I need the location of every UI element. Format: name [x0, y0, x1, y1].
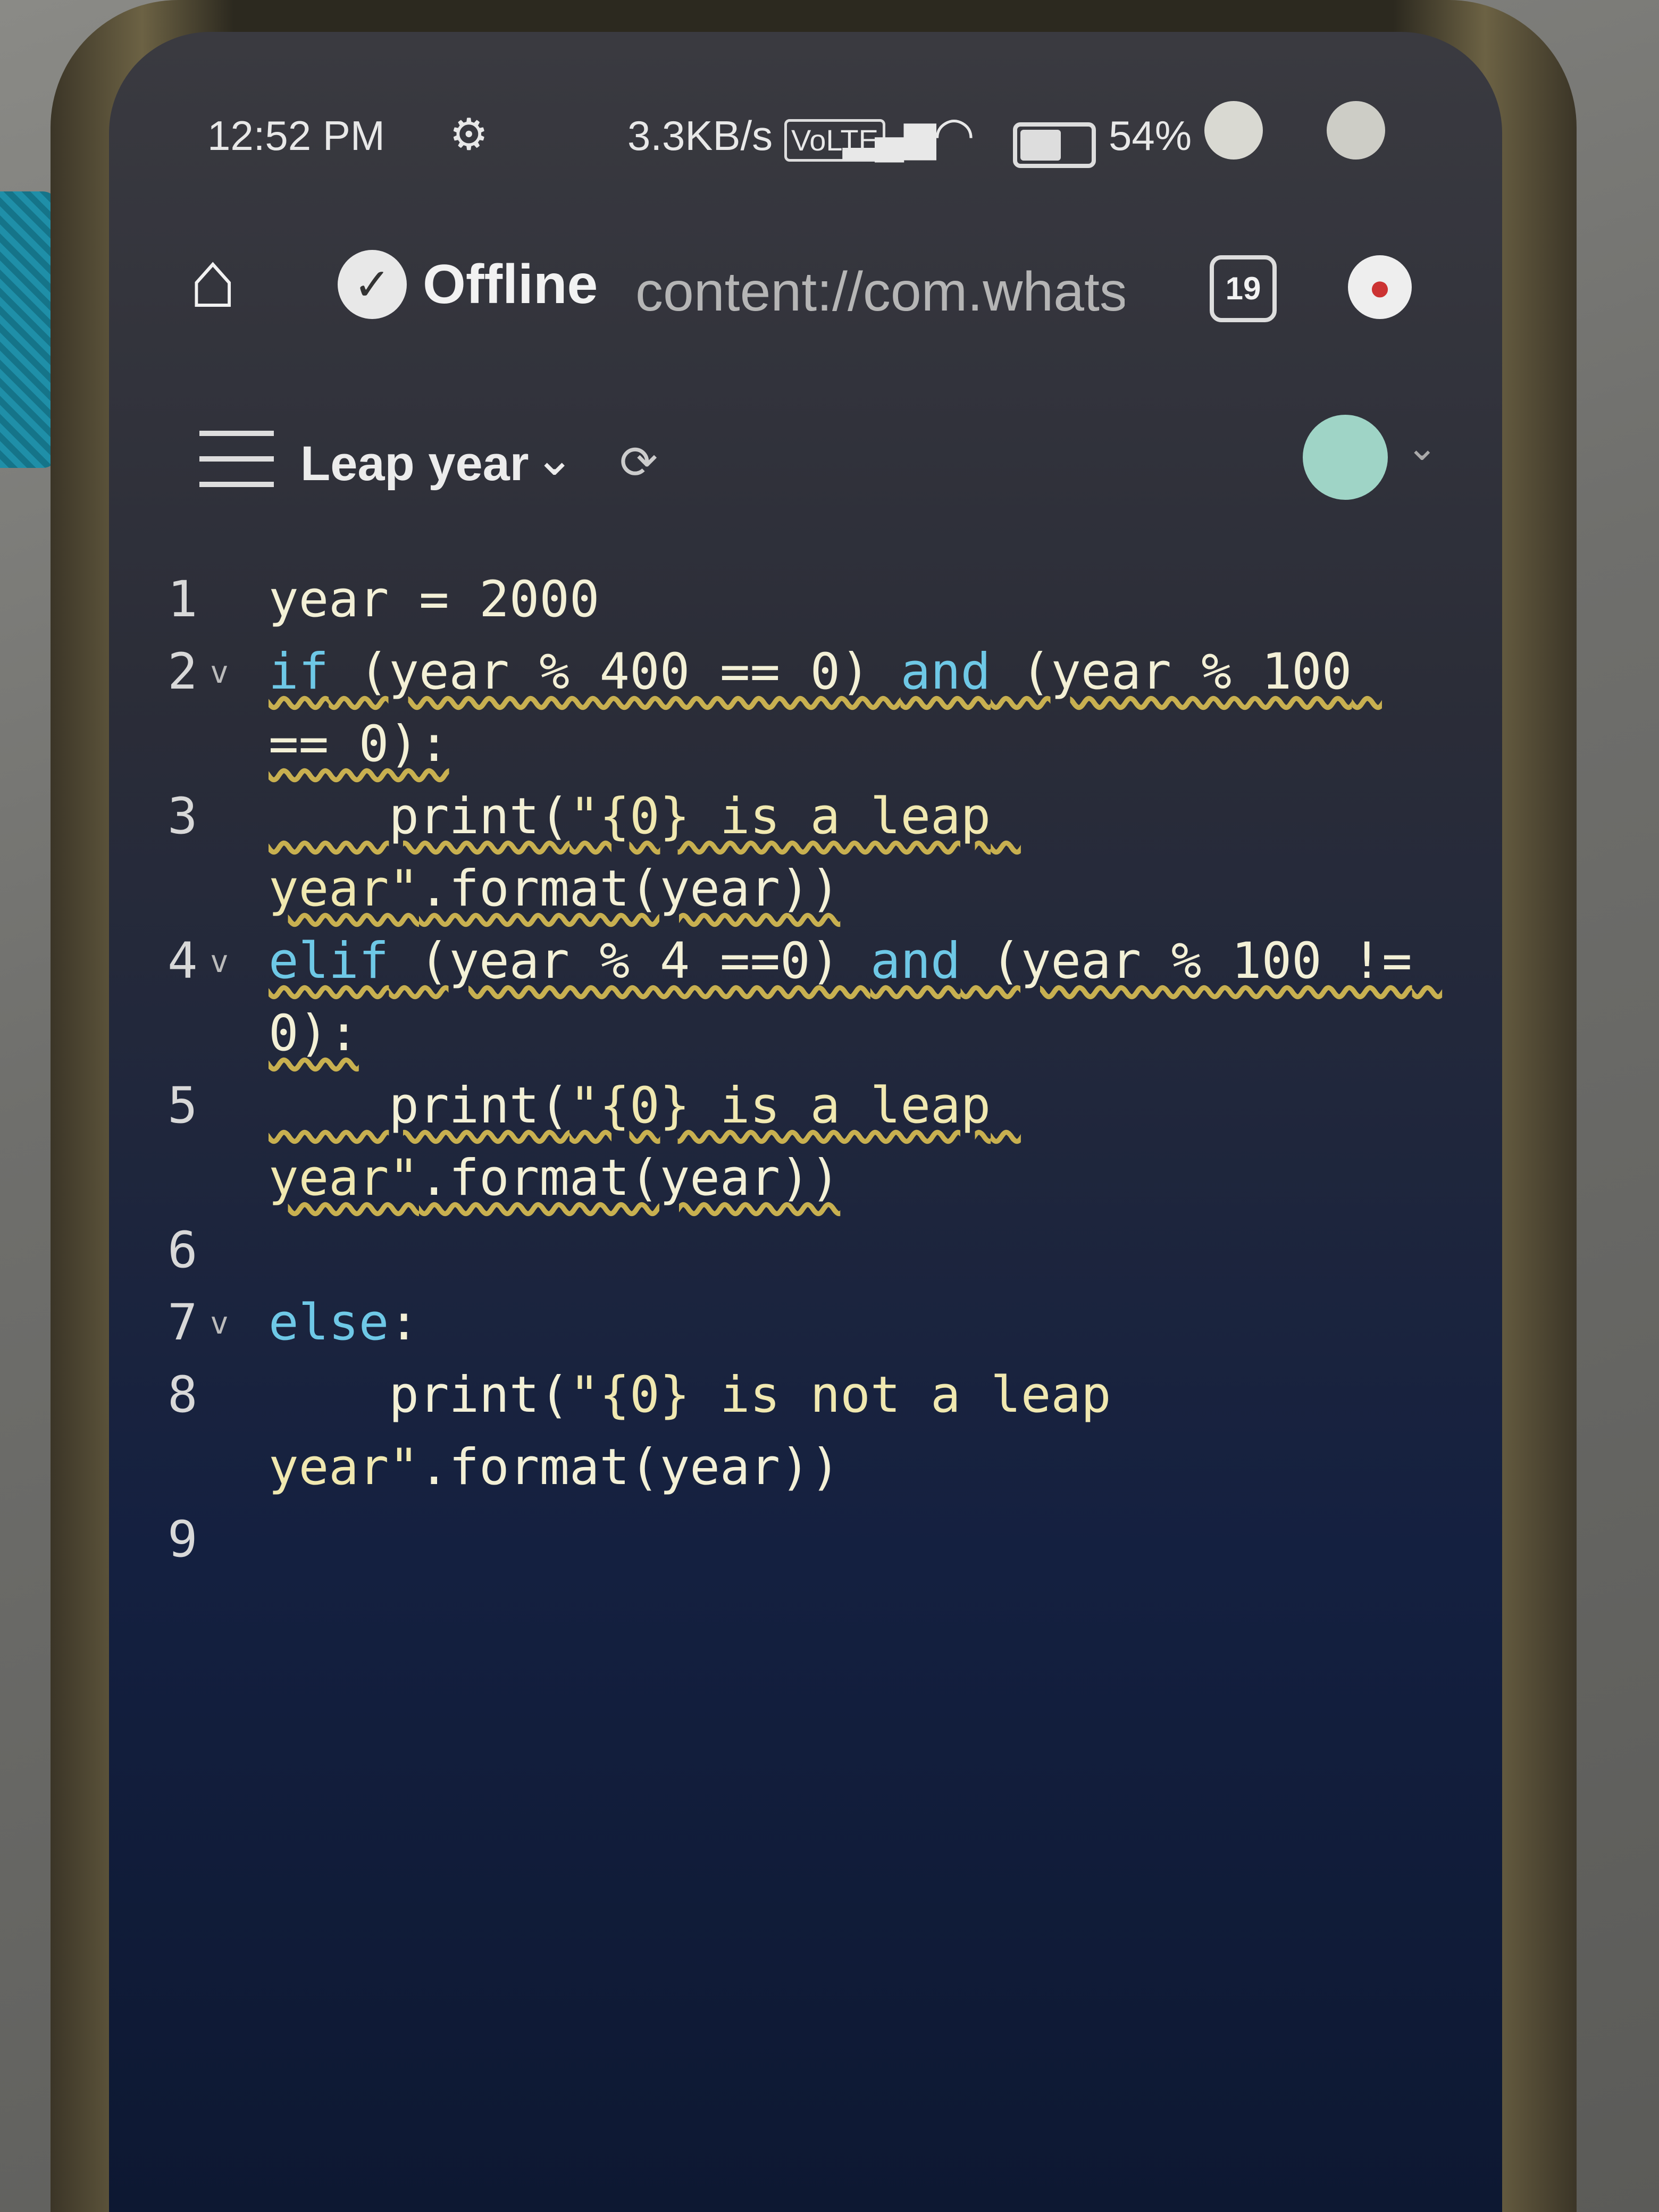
- fold-icon[interactable]: v: [210, 636, 229, 708]
- line-number: 1: [167, 571, 198, 629]
- code-text[interactable]: print("{0} is a leap year".format(year)): [269, 781, 1438, 925]
- gear-icon: ⚙: [449, 111, 489, 159]
- check-icon: ✓: [338, 250, 407, 319]
- line-number: 3: [167, 787, 198, 845]
- line-number: 4v: [109, 925, 269, 1070]
- front-camera: [1204, 101, 1263, 160]
- home-icon[interactable]: ⌂: [189, 239, 237, 319]
- code-text[interactable]: year = 2000: [269, 564, 1438, 636]
- status-bar: 12:52 PM ⚙ 3.3KB/s VoLTE ▂▄▆ ◠ 54%: [109, 101, 1502, 175]
- code-line[interactable]: 7 v else:: [109, 1287, 1502, 1359]
- phone-screen: 12:52 PM ⚙ 3.3KB/s VoLTE ▂▄▆ ◠ 54% ⌂ ✓ O…: [109, 32, 1502, 2212]
- line-number: 2v: [109, 636, 269, 781]
- line-number: 7v: [109, 1287, 269, 1359]
- code-line[interactable]: 8 print("{0} is not a leap year".format(…: [109, 1359, 1502, 1504]
- code-text[interactable]: elif (year % 4 ==0) and (year % 100 != 0…: [269, 925, 1438, 1070]
- code-text[interactable]: print("{0} is a leap year".format(year)): [269, 1070, 1438, 1214]
- background-strap: [0, 191, 58, 468]
- tab-count-button[interactable]: 19: [1210, 255, 1277, 322]
- code-line[interactable]: 9: [109, 1504, 1502, 1576]
- signal-icon: ▂▄▆: [843, 112, 936, 159]
- battery-icon: [1013, 122, 1096, 168]
- url-bar[interactable]: content://com.whats: [635, 261, 1125, 324]
- chevron-down-icon[interactable]: ⌄: [534, 431, 574, 487]
- code-text[interactable]: if (year % 400 == 0) and (year % 100 == …: [269, 636, 1438, 781]
- code-line[interactable]: 4 v elif (year % 4 ==0) and (year % 100 !=…: [109, 925, 1502, 1070]
- sync-icon[interactable]: ⟳: [619, 436, 658, 489]
- browser-bar: ⌂ ✓ Offline content://com.whats 19 ●: [109, 229, 1502, 335]
- code-line[interactable]: 5 print("{0} is a leap year".format(year…: [109, 1070, 1502, 1214]
- line-number: 6: [167, 1221, 198, 1279]
- avatar-chevron-icon[interactable]: ⌄: [1406, 425, 1438, 469]
- status-time: 12:52 PM: [207, 112, 385, 159]
- code-text[interactable]: [269, 1504, 1438, 1576]
- code-line[interactable]: 1 year = 2000: [109, 564, 1502, 636]
- network-speed: 3.3KB/s: [627, 112, 773, 159]
- avatar[interactable]: [1303, 415, 1388, 500]
- code-editor[interactable]: 1 year = 2000 2 v if (year % 400 == 0) and (…: [109, 564, 1502, 1576]
- editor-header: Leap year ⌄ ⟳ ⌄: [109, 415, 1502, 510]
- wifi-icon: ◠: [933, 108, 975, 161]
- fold-icon[interactable]: v: [210, 1287, 229, 1359]
- document-title[interactable]: Leap year: [300, 436, 529, 492]
- code-text[interactable]: print("{0} is not a leap year".format(ye…: [269, 1359, 1438, 1504]
- browser-menu-button[interactable]: ●: [1348, 255, 1412, 319]
- line-number: 5: [167, 1077, 198, 1135]
- menu-icon[interactable]: [199, 431, 274, 489]
- offline-label: Offline: [423, 253, 598, 315]
- code-line[interactable]: 6: [109, 1214, 1502, 1287]
- code-line[interactable]: 2 v if (year % 400 == 0) and (year % 100 =…: [109, 636, 1502, 781]
- line-number: 8: [167, 1366, 198, 1424]
- offline-badge[interactable]: ✓ Offline: [338, 250, 598, 319]
- code-line[interactable]: 3 print("{0} is a leap year".format(year…: [109, 781, 1502, 925]
- front-sensor: [1327, 101, 1385, 160]
- line-number: 9: [167, 1511, 198, 1569]
- battery-percent: 54%: [1109, 112, 1192, 159]
- fold-icon[interactable]: v: [210, 925, 229, 998]
- code-text[interactable]: else:: [269, 1287, 1438, 1359]
- code-text[interactable]: [269, 1214, 1438, 1287]
